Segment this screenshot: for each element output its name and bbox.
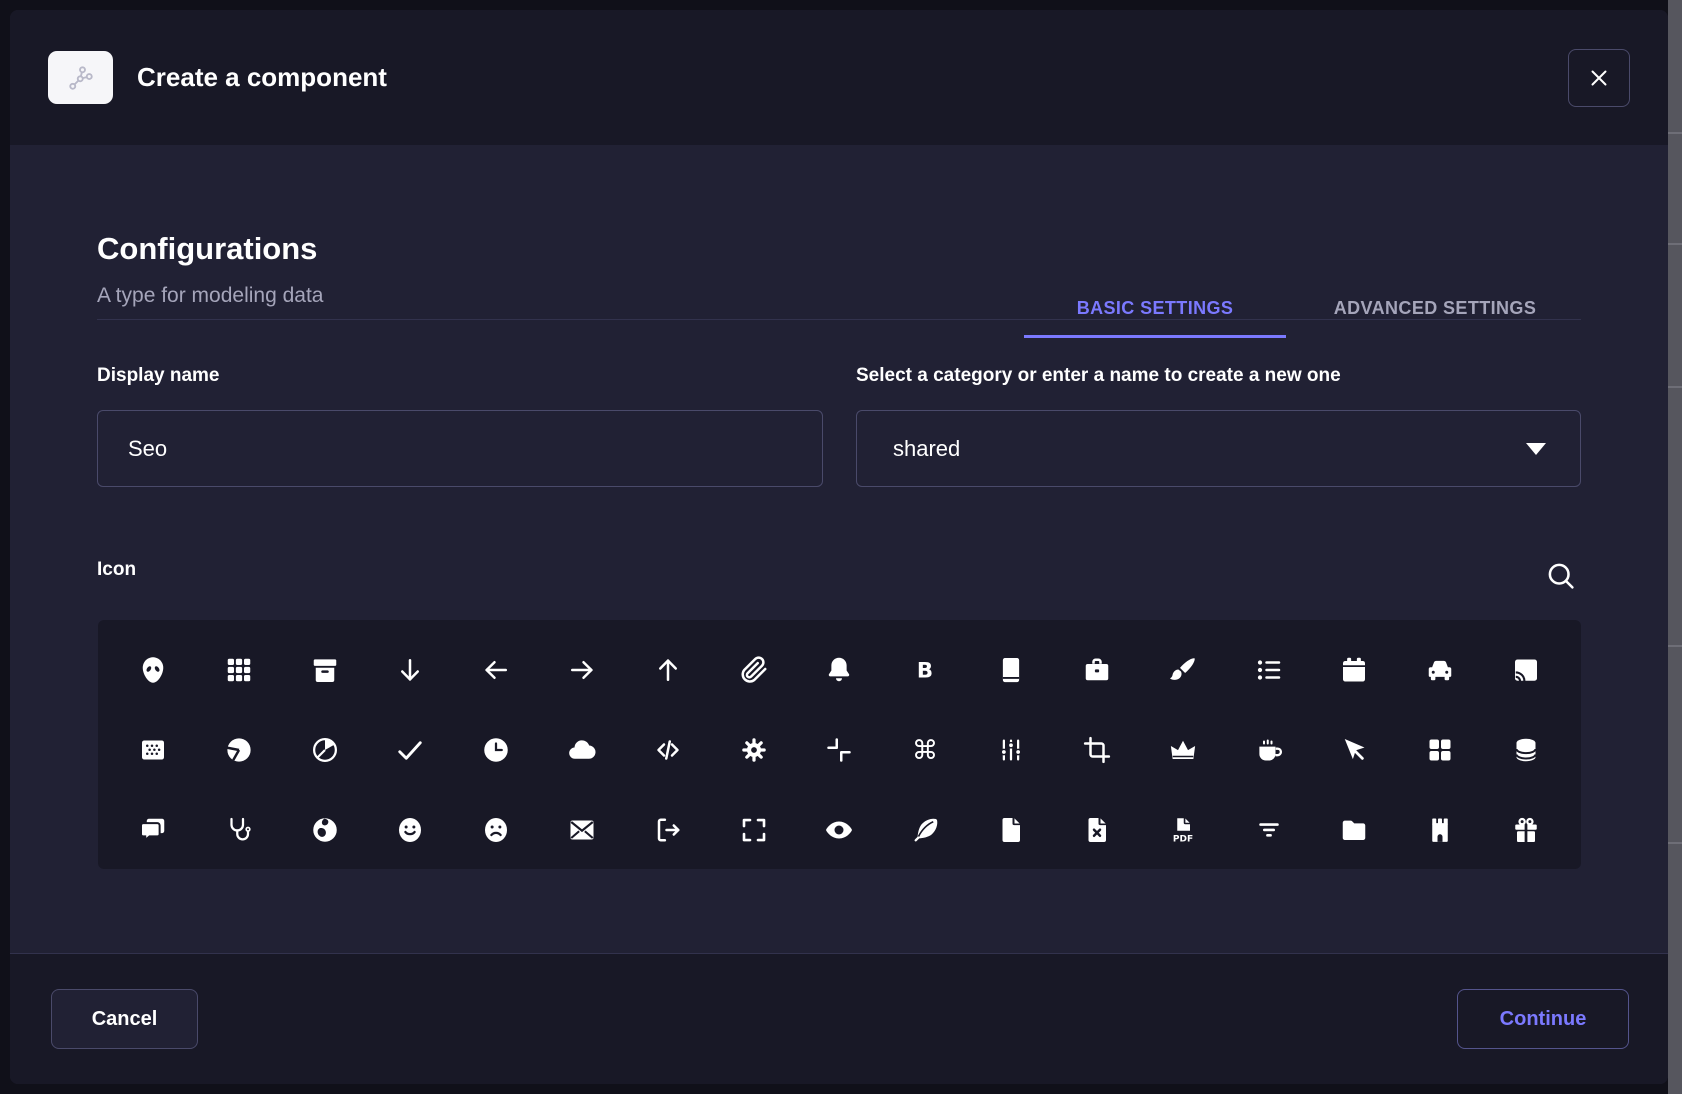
tabs-divider [97,319,1581,320]
earth-icon[interactable] [282,790,368,870]
expand-icon[interactable] [711,790,797,870]
icon-search-button[interactable] [1538,553,1584,599]
cup-icon[interactable] [1226,710,1312,790]
command-icon[interactable] [882,710,968,790]
chart-pie-icon[interactable] [282,710,368,790]
bell-icon[interactable] [797,630,883,710]
background-page-line [1668,386,1682,388]
close-button[interactable] [1568,49,1630,107]
dashboard-icon[interactable] [1397,710,1483,790]
doctor-icon[interactable] [196,790,282,870]
filter-icon[interactable] [1226,790,1312,870]
collapse-icon[interactable] [797,710,883,790]
display-name-label: Display name [97,365,220,387]
arrow-up-icon[interactable] [625,630,711,710]
car-icon[interactable] [1397,630,1483,710]
create-component-modal: Create a component Configurations A type… [10,10,1668,1084]
component-icon [48,51,113,104]
gate-icon[interactable] [1397,790,1483,870]
cancel-button[interactable]: Cancel [51,989,198,1049]
apps-icon[interactable] [196,630,282,710]
sliders-icon[interactable] [968,710,1054,790]
modal-title: Create a component [137,62,387,93]
search-icon [1543,558,1579,594]
gift-icon[interactable] [1483,790,1569,870]
picture-icon[interactable] [110,710,196,790]
code-icon[interactable] [625,710,711,790]
cast-icon[interactable] [1483,630,1569,710]
folder-icon[interactable] [1312,790,1398,870]
modal-footer: Cancel Continue [10,953,1668,1084]
bullet-list-icon[interactable] [1226,630,1312,710]
category-select-value: shared [893,436,960,462]
arrow-right-icon[interactable] [539,630,625,710]
crown-icon[interactable] [1140,710,1226,790]
display-name-input[interactable] [97,410,823,487]
icon-section-label: Icon [97,559,136,581]
book-icon[interactable] [968,630,1054,710]
emotion-unhappy-icon[interactable] [453,790,539,870]
chart-donut-icon[interactable] [196,710,282,790]
cloud-icon[interactable] [539,710,625,790]
section-heading: Configurations [97,231,317,267]
icon-grid [98,620,1581,870]
discuss-icon[interactable] [110,790,196,870]
category-select[interactable]: shared [856,410,1581,487]
database-icon[interactable] [1483,710,1569,790]
alien-icon[interactable] [110,630,196,710]
arrow-down-icon[interactable] [367,630,453,710]
crop-icon[interactable] [1054,710,1140,790]
background-page-line [1668,842,1682,844]
file-error-icon[interactable] [1054,790,1140,870]
background-page-line [1668,132,1682,134]
exit-icon[interactable] [625,790,711,870]
bold-icon[interactable] [882,630,968,710]
continue-button[interactable]: Continue [1457,989,1629,1049]
cursor-icon[interactable] [1312,710,1398,790]
background-page-line [1668,645,1682,647]
check-icon[interactable] [367,710,453,790]
file-icon[interactable] [968,790,1054,870]
feather-icon[interactable] [882,790,968,870]
emotion-happy-icon[interactable] [367,790,453,870]
file-pdf-icon[interactable] [1140,790,1226,870]
envelope-icon[interactable] [539,790,625,870]
briefcase-icon[interactable] [1054,630,1140,710]
close-icon [1587,66,1611,90]
tab-advanced-settings[interactable]: ADVANCED SETTINGS [1274,260,1596,338]
attachment-icon[interactable] [711,630,797,710]
category-label: Select a category or enter a name to cre… [856,365,1341,387]
eye-icon[interactable] [797,790,883,870]
clock-icon[interactable] [453,710,539,790]
icon-picker-panel [98,620,1581,869]
cog-icon[interactable] [711,710,797,790]
calendar-icon[interactable] [1312,630,1398,710]
background-page-line [1668,243,1682,245]
brush-icon[interactable] [1140,630,1226,710]
arrow-left-icon[interactable] [453,630,539,710]
background-page-edge [1668,0,1682,1094]
archive-icon[interactable] [282,630,368,710]
chevron-down-icon [1526,443,1546,455]
tab-basic-settings[interactable]: BASIC SETTINGS [1024,260,1286,338]
section-subheading: A type for modeling data [97,284,323,308]
modal-header: Create a component [10,10,1668,145]
